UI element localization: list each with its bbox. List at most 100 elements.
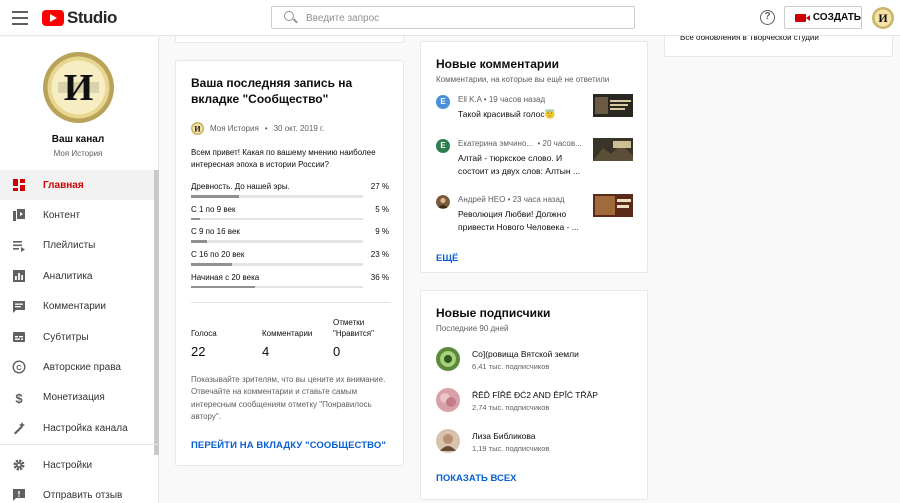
sidebar-item-label: Настройка канала bbox=[43, 422, 128, 434]
subscriber-avatar bbox=[436, 347, 460, 371]
sidebar-item-feedback[interactable]: Отправить отзыв bbox=[0, 480, 154, 503]
poll-option: Начиная с 20 века 36 % bbox=[191, 273, 389, 296]
card-title: Ваша последняя запись на вкладке "Сообще… bbox=[191, 76, 353, 106]
youtube-studio-logo[interactable]: Studio bbox=[42, 8, 117, 28]
subscriber-name: ŘĒĎ FĪŘĒ ĐĆ2 AND ĚPĬĆ TŘĀP bbox=[472, 390, 598, 400]
menu-icon[interactable] bbox=[12, 11, 28, 25]
sidebar-item-label: Отправить отзыв bbox=[43, 490, 123, 502]
sidebar-item-label: Контент bbox=[43, 210, 81, 222]
svg-text:C: C bbox=[16, 363, 22, 372]
comment-item[interactable]: E Екатерина эмчино... • 20 часов... Алта… bbox=[436, 138, 636, 188]
subscriber-count: 1,19 тыс. подписчиков bbox=[472, 444, 550, 453]
comment-time: 23 часа назад bbox=[512, 195, 565, 204]
sidebar-item-playlists[interactable]: Плейлисты bbox=[0, 231, 154, 261]
comment-item[interactable]: E Ell K.A • 19 часов назад Такой красивы… bbox=[436, 94, 636, 144]
poll-option-label: Древность. До нашей эры. bbox=[191, 182, 290, 191]
poll-bar-fill bbox=[191, 263, 232, 266]
feedback-icon bbox=[13, 489, 25, 502]
poll-bar-fill bbox=[191, 195, 239, 198]
poll-bar-track bbox=[191, 217, 363, 221]
video-thumbnail[interactable] bbox=[593, 194, 633, 217]
sidebar-bottom-nav: Настройки Отправить отзыв bbox=[0, 450, 154, 503]
sidebar-item-label: Аналитика bbox=[43, 270, 93, 282]
comment-header: Ell K.A • 19 часов назад bbox=[458, 95, 546, 104]
sidebar-item-label: Авторские права bbox=[43, 362, 121, 374]
subscriber-item[interactable]: ŘĒĎ FĪŘĒ ĐĆ2 AND ĚPĬĆ TŘĀP 2,74 тыс. под… bbox=[436, 388, 636, 416]
commenter-avatar bbox=[436, 195, 450, 209]
channel-avatar[interactable]: И bbox=[43, 52, 114, 123]
search-icon bbox=[284, 11, 294, 21]
help-icon[interactable]: ? bbox=[760, 10, 775, 25]
sidebar-item-comments[interactable]: Комментарии bbox=[0, 292, 154, 322]
poll-option-percent: 5 % bbox=[375, 204, 389, 214]
sidebar-item-label: Субтитры bbox=[43, 331, 89, 343]
subscriber-name: Лиза Библикова bbox=[472, 431, 536, 441]
sidebar-item-copyright[interactable]: C Авторские права bbox=[0, 352, 154, 382]
sidebar-item-settings[interactable]: Настройки bbox=[0, 450, 154, 480]
sidebar-item-label: Плейлисты bbox=[43, 240, 96, 252]
go-to-community-link[interactable]: ПЕРЕЙТИ НА ВКЛАДКУ "СООБЩЕСТВО" bbox=[191, 440, 386, 451]
poll-option-label: Начиная с 20 века bbox=[191, 272, 260, 282]
svg-text:И: И bbox=[194, 125, 201, 134]
subscriber-count: 2,74 тыс. подписчиков bbox=[472, 403, 550, 412]
sidebar-item-content[interactable]: Контент bbox=[0, 200, 154, 230]
stat-value: 0 bbox=[333, 344, 341, 359]
poll-option: С 16 по 20 век 23 % bbox=[191, 250, 389, 273]
poll-option-percent: 9 % bbox=[375, 227, 389, 237]
poll-option-label: С 1 по 9 век bbox=[191, 204, 236, 214]
dashboard-icon bbox=[13, 179, 25, 191]
create-button[interactable]: СОЗДАТЬ bbox=[784, 6, 862, 29]
engagement-hint: Показывайте зрителям, что вы цените их в… bbox=[191, 375, 386, 421]
comment-author: Ell K.A bbox=[458, 95, 482, 104]
sidebar-divider bbox=[0, 444, 158, 445]
subscriber-item[interactable]: Лиза Библикова 1,19 тыс. подписчиков bbox=[436, 429, 636, 457]
post-author[interactable]: Моя История bbox=[210, 124, 259, 133]
channel-name[interactable]: Ваш канал bbox=[0, 134, 156, 145]
playlist-icon bbox=[13, 240, 25, 252]
show-all-subscribers-link[interactable]: ПОКАЗАТЬ ВСЕХ bbox=[436, 473, 517, 484]
comment-header: Андрей НЕО • 23 часа назад bbox=[458, 195, 565, 204]
poll-option-label: С 16 по 20 век bbox=[191, 250, 245, 260]
new-subscribers-card: Новые подписчики Последние 90 дней Со](р… bbox=[420, 290, 648, 500]
account-avatar[interactable]: И bbox=[872, 7, 894, 29]
stat-comments: Комментарии 4 bbox=[262, 317, 327, 359]
search-box[interactable] bbox=[271, 6, 635, 29]
comment-item[interactable]: Андрей НЕО • 23 часа назад Революция Люб… bbox=[436, 194, 636, 244]
content-icon bbox=[13, 209, 25, 222]
comment-text: Такой красивый голос😇 bbox=[458, 109, 556, 119]
video-thumbnail[interactable] bbox=[593, 94, 633, 117]
commenter-avatar: E bbox=[436, 139, 450, 153]
sidebar-scrollbar[interactable] bbox=[154, 170, 159, 455]
poll-bar-fill bbox=[191, 217, 200, 221]
copyright-icon: C bbox=[12, 360, 26, 374]
sidebar-item-subtitles[interactable]: Субтитры bbox=[0, 322, 154, 352]
sidebar-item-label: Монетизация bbox=[43, 392, 105, 404]
search-input[interactable] bbox=[306, 10, 626, 26]
sidebar-item-monetization[interactable]: $ Монетизация bbox=[0, 383, 154, 413]
comment-text: Революция Любви! Должно привести Нового … bbox=[458, 209, 579, 232]
sidebar-item-customization[interactable]: Настройка канала bbox=[0, 413, 154, 443]
poll-option: С 1 по 9 век 5 % bbox=[191, 205, 389, 228]
more-comments-link[interactable]: ЕЩЁ bbox=[436, 253, 458, 264]
subtitles-icon bbox=[13, 331, 25, 342]
post-meta: И Моя История • 30 окт. 2019 г. bbox=[191, 122, 324, 135]
video-thumbnail[interactable] bbox=[593, 138, 633, 161]
sidebar-item-analytics[interactable]: Аналитика bbox=[0, 261, 154, 291]
card-title: Новые подписчики bbox=[436, 306, 551, 320]
comment-time: 19 часов назад bbox=[488, 95, 546, 104]
logo-text: Studio bbox=[67, 8, 117, 27]
stat-value: 4 bbox=[262, 344, 270, 359]
poll-bar-track bbox=[191, 240, 363, 243]
meta-separator: • bbox=[264, 124, 268, 133]
poll-option-percent: 23 % bbox=[370, 250, 389, 260]
subscriber-item[interactable]: Со](ровища Вятской земли 6,41 тыс. подпи… bbox=[436, 347, 636, 375]
community-post-card: Ваша последняя запись на вкладке "Сообще… bbox=[175, 60, 404, 466]
card-subtitle: Последние 90 дней bbox=[436, 324, 509, 333]
stat-label: Отметки "Нравится" bbox=[333, 318, 374, 338]
sidebar-item-label: Комментарии bbox=[43, 301, 106, 313]
poll-bar-fill bbox=[191, 285, 255, 289]
top-bar: Studio ? СОЗДАТЬ И bbox=[0, 0, 900, 36]
subscriber-count: 6,41 тыс. подписчиков bbox=[472, 362, 550, 371]
sidebar-item-dashboard[interactable]: Главная bbox=[0, 170, 154, 201]
card-divider bbox=[191, 302, 391, 303]
